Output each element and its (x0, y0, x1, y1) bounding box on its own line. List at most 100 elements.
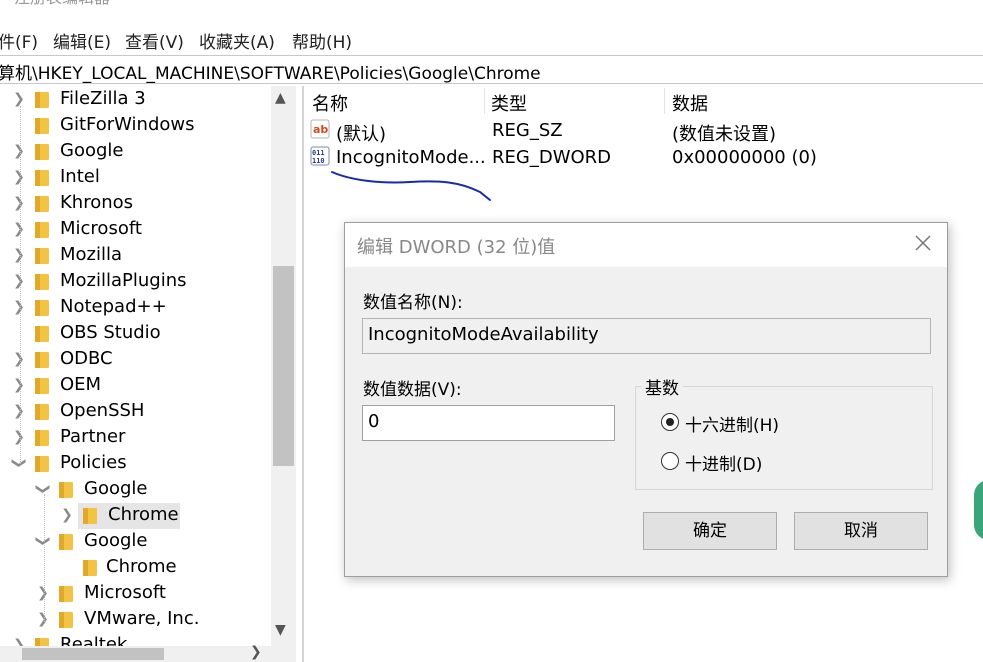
address-bar[interactable]: 算机\HKEY_LOCAL_MACHINE\SOFTWARE\Policies\… (0, 55, 983, 84)
tree-item-policies-vmware[interactable]: ❯ VMware, Inc. (0, 607, 270, 633)
folder-icon (35, 326, 49, 342)
tree-item-mozillaplugins[interactable]: ❯ MozillaPlugins (0, 269, 270, 295)
tree-item-microsoft[interactable]: ❯ Microsoft (0, 217, 270, 243)
tree-item-label: Google (60, 140, 124, 161)
column-header-data[interactable]: 数据 (672, 90, 708, 116)
chevron-down-icon[interactable]: ❯ (10, 456, 28, 470)
column-header-type[interactable]: 类型 (491, 90, 527, 116)
chevron-right-icon[interactable]: ❯ (12, 350, 26, 368)
tree-item-label: Partner (60, 426, 126, 447)
svg-text:011: 011 (312, 149, 325, 157)
value-name-field[interactable]: IncognitoModeAvailability (362, 318, 931, 354)
chevron-right-icon[interactable]: ❯ (12, 142, 26, 160)
chevron-right-icon[interactable]: ❯ (12, 246, 26, 264)
tree-item-label: Google (84, 530, 148, 551)
tree-connector (44, 494, 46, 624)
column-separator[interactable] (664, 88, 665, 114)
chevron-up-icon[interactable]: ▲ (275, 90, 286, 106)
value-type: REG_DWORD (492, 147, 612, 168)
value-name: (默认) (336, 124, 387, 145)
chevron-right-icon[interactable]: ❯ (12, 298, 26, 316)
chevron-right-icon[interactable]: ❯ (12, 194, 26, 212)
tree-item-intel[interactable]: ❯ Intel (0, 165, 270, 191)
tree-item-label: Intel (60, 166, 100, 187)
chevron-right-icon[interactable]: ❯ (12, 402, 26, 420)
menu-help[interactable]: 帮助(H) (292, 28, 352, 53)
folder-icon (83, 560, 97, 576)
tree-item-policies-google-2-chrome[interactable]: Chrome (0, 555, 270, 581)
scrollbar-thumb[interactable] (22, 648, 164, 660)
dialog-title-bar[interactable]: 编辑 DWORD (32 位)值 (345, 223, 947, 267)
scrollbar-thumb[interactable] (273, 266, 294, 466)
tree-item-label: Microsoft (60, 218, 142, 239)
tree-item-partner[interactable]: ❯ Partner (0, 425, 270, 451)
chevron-right-icon[interactable]: ❯ (60, 506, 74, 524)
tree-item-label: Chrome (106, 556, 177, 577)
chevron-down-icon[interactable]: ❯ (34, 534, 52, 548)
folder-icon (35, 92, 49, 108)
radio-unchecked-icon[interactable] (661, 452, 679, 470)
edit-dword-dialog: 编辑 DWORD (32 位)值 数值名称(N): IncognitoModeA… (344, 222, 948, 577)
value-data: (数值未设置) (672, 124, 777, 145)
chevron-down-icon[interactable]: ❯ (34, 482, 52, 496)
tree-item-openssh[interactable]: ❯ OpenSSH (0, 399, 270, 425)
menu-favorites[interactable]: 收藏夹(A) (199, 28, 275, 53)
folder-icon (59, 612, 73, 628)
chevron-right-icon[interactable]: ❯ (36, 584, 50, 602)
value-row-default[interactable]: ab (默认) REG_SZ (数值未设置) (310, 118, 910, 145)
menu-edit[interactable]: 编辑(E) (53, 28, 111, 53)
folder-icon (35, 274, 49, 290)
chevron-right-icon[interactable]: ❯ (12, 220, 26, 238)
value-name: IncognitoMode... (336, 147, 486, 168)
floating-widget-edge[interactable] (974, 480, 983, 540)
tree-item-policies-google-2[interactable]: ❯ Google (0, 529, 270, 555)
tree-item-google[interactable]: ❯ Google (0, 139, 270, 165)
tree-horizontal-scrollbar[interactable]: ❯ (0, 644, 296, 662)
menu-view[interactable]: 查看(V) (125, 28, 184, 53)
base-label: 基数 (641, 374, 683, 399)
tree-item-gitforwindows[interactable]: GitForWindows (0, 113, 270, 139)
radio-checked-icon[interactable] (661, 413, 679, 431)
address-path[interactable]: 算机\HKEY_LOCAL_MACHINE\SOFTWARE\Policies\… (0, 59, 541, 84)
column-separator[interactable] (484, 88, 485, 114)
tree-item-policies[interactable]: ❯ Policies (0, 451, 270, 477)
tree-item-label: OpenSSH (60, 400, 145, 421)
folder-icon (35, 404, 49, 420)
folder-icon (83, 508, 97, 524)
value-data-label: 数值数据(V): (363, 380, 462, 400)
pane-splitter[interactable] (302, 86, 304, 662)
chevron-right-icon[interactable]: ❯ (12, 376, 26, 394)
value-data-input[interactable]: 0 (362, 405, 615, 441)
ok-button[interactable]: 确定 (643, 512, 777, 550)
folder-icon (35, 248, 49, 264)
chevron-right-icon[interactable]: ❯ (12, 428, 26, 446)
tree-item-notepad[interactable]: ❯ Notepad++ (0, 295, 270, 321)
tree-item-policies-google[interactable]: ❯ Google (0, 477, 270, 503)
chevron-right-icon[interactable]: ❯ (12, 90, 26, 108)
chevron-right-icon[interactable]: ❯ (36, 610, 50, 628)
tree-item-odbc[interactable]: ❯ ODBC (0, 347, 270, 373)
cancel-button[interactable]: 取消 (794, 512, 928, 550)
ink-underline (331, 171, 491, 201)
tree-item-policies-google-chrome[interactable]: ❯ Chrome (0, 503, 270, 529)
folder-icon (35, 300, 49, 316)
tree-item-label: MozillaPlugins (60, 270, 187, 291)
close-icon[interactable] (912, 232, 934, 254)
chevron-right-icon[interactable]: ❯ (250, 644, 262, 660)
tree-item-filezilla[interactable]: ❯ FileZilla 3 (0, 87, 270, 113)
folder-icon (35, 170, 49, 186)
tree-item-obs-studio[interactable]: OBS Studio (0, 321, 270, 347)
chevron-right-icon[interactable]: ❯ (12, 272, 26, 290)
chevron-down-icon[interactable]: ▼ (275, 622, 286, 638)
value-type: REG_SZ (492, 120, 563, 141)
chevron-right-icon[interactable]: ❯ (12, 168, 26, 186)
tree-item-policies-microsoft[interactable]: ❯ Microsoft (0, 581, 270, 607)
tree-item-label: OBS Studio (60, 322, 161, 343)
column-header-name[interactable]: 名称 (312, 90, 348, 116)
tree-item-oem[interactable]: ❯ OEM (0, 373, 270, 399)
tree-vertical-scrollbar[interactable]: ▲ ▼ (271, 86, 296, 646)
tree-item-label: Google (84, 478, 148, 499)
menu-file[interactable]: 件(F) (0, 28, 38, 53)
tree-item-mozilla[interactable]: ❯ Mozilla (0, 243, 270, 269)
tree-item-khronos[interactable]: ❯ Khronos (0, 191, 270, 217)
